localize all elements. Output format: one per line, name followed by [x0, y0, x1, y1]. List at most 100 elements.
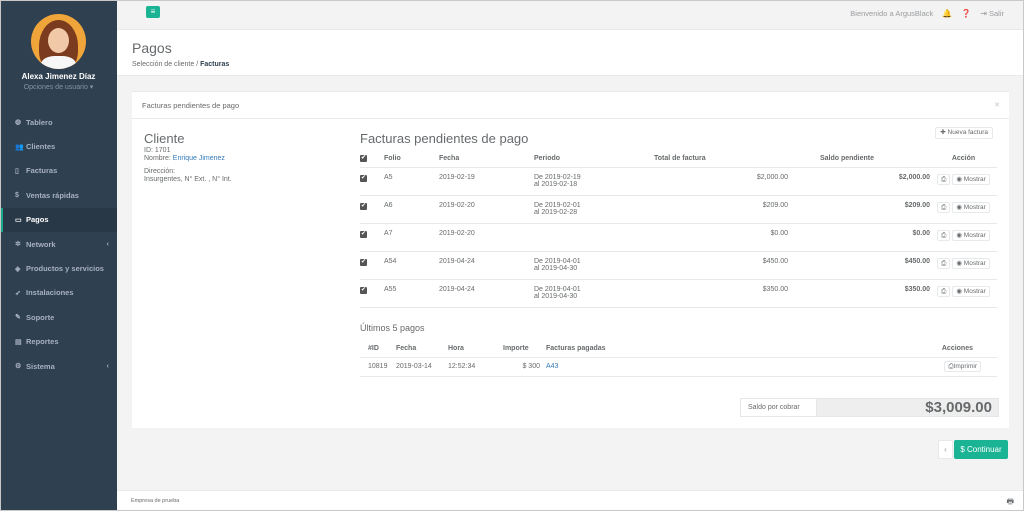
payments-table: #ID Fecha Hora Importe Facturas pagadas … [360, 341, 997, 377]
bell-icon[interactable]: 🔔 [942, 9, 952, 18]
invoice-date: 2019-04-24 [439, 251, 534, 280]
row-checkbox[interactable]: ✔ [360, 230, 367, 238]
row-checkbox[interactable]: ✔ [360, 286, 367, 294]
col-fecha: Fecha [439, 150, 534, 168]
user-options-dropdown[interactable]: Opciones de usuario ▾ [0, 83, 117, 91]
invoices-table: ✔ Folio Fecha Periodo Total de factura S… [360, 150, 997, 308]
table-row: ✔ A55 2019-04-24 De 2019-04-01 al 2019-04-30… [360, 279, 997, 308]
col-periodo: Periodo [534, 150, 654, 168]
print-invoice-button[interactable]: ⎙ [937, 173, 951, 185]
print-invoice-button[interactable]: ⎙ [937, 285, 951, 297]
help-icon[interactable]: ❓ [961, 9, 971, 18]
plus-icon: ✚ [940, 129, 946, 136]
sidebar-item-instalaciones[interactable]: ➶ Instalaciones [0, 281, 117, 305]
invoice-date: 2019-02-19 [439, 167, 534, 196]
tag-icon: ◈ [15, 265, 21, 273]
table-header-row: ✔ Folio Fecha Periodo Total de factura S… [360, 150, 997, 168]
sidebar-item-reportes[interactable]: ▤ Reportes [0, 330, 117, 354]
print-payment-button[interactable]: ⎙Imprimir [944, 361, 981, 372]
select-all-checkbox[interactable]: ✔ [360, 155, 367, 163]
eye-icon: ◉ [956, 259, 962, 267]
sidebar-item-label: Instalaciones [26, 288, 74, 298]
invoice-total: $450.00 [654, 251, 788, 280]
file-icon: ▯ [15, 167, 19, 175]
print-invoice-button[interactable]: ⎙ [937, 201, 951, 213]
dashboard-icon: ◍ [15, 119, 22, 127]
table-header-row: #ID Fecha Hora Importe Facturas pagadas … [360, 341, 997, 358]
row-checkbox[interactable]: ✔ [360, 174, 367, 182]
back-button[interactable]: ‹ [938, 440, 953, 459]
payment-id: 10819 [360, 357, 396, 377]
col-accion: Acción [930, 150, 997, 168]
logout-link[interactable]: ⇥ Salir [980, 9, 1004, 18]
row-checkbox[interactable]: ✔ [360, 202, 367, 210]
invoice-period: De 2019-02-19 al 2019-02-18 [534, 167, 654, 196]
invoice-total: $0.00 [654, 223, 788, 252]
paid-invoice-link[interactable]: A43 [546, 363, 558, 370]
print-icon: ⎙ [941, 203, 947, 211]
sidebar-item-ventas-rápidas[interactable]: $ Ventas rápidas [0, 183, 117, 207]
invoice-balance: $2,000.00 [788, 167, 930, 196]
show-invoice-button[interactable]: ◉ Mostrar [952, 285, 990, 297]
invoice-date: 2019-02-20 [439, 223, 534, 252]
printer-icon[interactable]: 🖶 [1006, 496, 1014, 510]
sidebar-item-label: Reportes [26, 337, 59, 347]
col-saldo: Saldo pendiente [788, 150, 930, 168]
row-checkbox[interactable]: ✔ [360, 258, 367, 266]
sidebar-item-label: Network [26, 239, 56, 249]
card-icon: ▭ [15, 216, 22, 224]
client-address-label: Dirección: [144, 168, 176, 175]
page-title: Pagos [132, 40, 172, 56]
client-info: Cliente ID: 1701 Nombre: Enrique Jimenez… [144, 131, 324, 183]
table-row: 10819 2019-03-14 12:52:34 $ 300 A43 ⎙Imprimir [360, 357, 997, 377]
sidebar-item-productos-y-servicios[interactable]: ◈ Productos y servicios [0, 256, 117, 280]
show-invoice-button[interactable]: ◉ Mostrar [952, 257, 990, 269]
panel-title: Facturas pendientes de pago ✕ [132, 92, 1009, 119]
sidebar-item-label: Sistema [26, 361, 55, 371]
table-row: ✔ A6 2019-02-20 De 2019-02-01 al 2019-02-28 $… [360, 195, 997, 224]
payments-heading: Últimos 5 pagos [360, 323, 425, 333]
sidebar-item-facturas[interactable]: ▯ Facturas [0, 159, 117, 183]
breadcrumb: Selección de cliente / Facturas [132, 61, 229, 68]
client-name-line: Nombre: Enrique Jimenez [144, 155, 225, 162]
report-icon: ▤ [15, 338, 22, 346]
page-heading: Pagos Selección de cliente / Facturas [117, 30, 1024, 76]
invoice-folio: A54 [384, 251, 439, 280]
show-invoice-button[interactable]: ◉ Mostrar [952, 173, 990, 185]
col-total: Total de factura [654, 150, 788, 168]
sidebar-item-label: Soporte [26, 312, 55, 322]
client-name-link[interactable]: Enrique Jimenez [173, 155, 225, 162]
client-address: Insurgentes, N° Ext. , N° Int. [144, 176, 232, 183]
eye-icon: ◉ [956, 231, 962, 239]
sidebar-item-tablero[interactable]: ◍ Tablero [0, 110, 117, 134]
print-invoice-button[interactable]: ⎙ [937, 257, 951, 269]
sidebar-item-label: Productos y servicios [26, 264, 104, 274]
invoice-total: $350.00 [654, 279, 788, 308]
chevron-left-icon: ‹ [106, 362, 109, 370]
users-icon: 👥 [15, 143, 24, 151]
sidebar-item-network[interactable]: ✲ Network ‹ [0, 232, 117, 256]
hamburger-menu-button[interactable]: ≡ [146, 6, 160, 18]
rocket-icon: ➶ [15, 289, 21, 297]
show-invoice-button[interactable]: ◉ Mostrar [952, 229, 990, 241]
breadcrumb-parent[interactable]: Selección de cliente / [132, 61, 198, 68]
avatar[interactable] [31, 14, 86, 69]
sidebar-item-sistema[interactable]: ⚙ Sistema ‹ [0, 354, 117, 378]
print-invoice-button[interactable]: ⎙ [937, 229, 951, 241]
show-invoice-button[interactable]: ◉ Mostrar [952, 201, 990, 213]
sidebar-item-pagos[interactable]: ▭ Pagos [0, 207, 117, 232]
table-row: ✔ A7 2019-02-20 $0.00 $0.00 ⎙ ◉ Mostrar [360, 223, 997, 252]
new-invoice-button[interactable]: ✚ Nueva factura [935, 127, 993, 139]
sidebar-item-soporte[interactable]: ✎ Soporte [0, 305, 117, 329]
continue-button[interactable]: $ Continuar [954, 440, 1008, 459]
invoice-folio: A6 [384, 195, 439, 224]
invoices-heading: Facturas pendientes de pago [360, 131, 529, 146]
print-icon: ⎙ [941, 259, 947, 267]
sidebar-item-clientes[interactable]: 👥 Clientes [0, 134, 117, 158]
invoice-balance: $450.00 [788, 251, 930, 280]
table-row: ✔ A5 2019-02-19 De 2019-02-19 al 2019-02-18 $… [360, 167, 997, 196]
network-icon: ✲ [15, 241, 21, 249]
invoice-period: De 2019-04-01 al 2019-04-30 [534, 251, 654, 280]
close-icon[interactable]: ✕ [994, 101, 1000, 109]
client-heading: Cliente [144, 131, 185, 146]
